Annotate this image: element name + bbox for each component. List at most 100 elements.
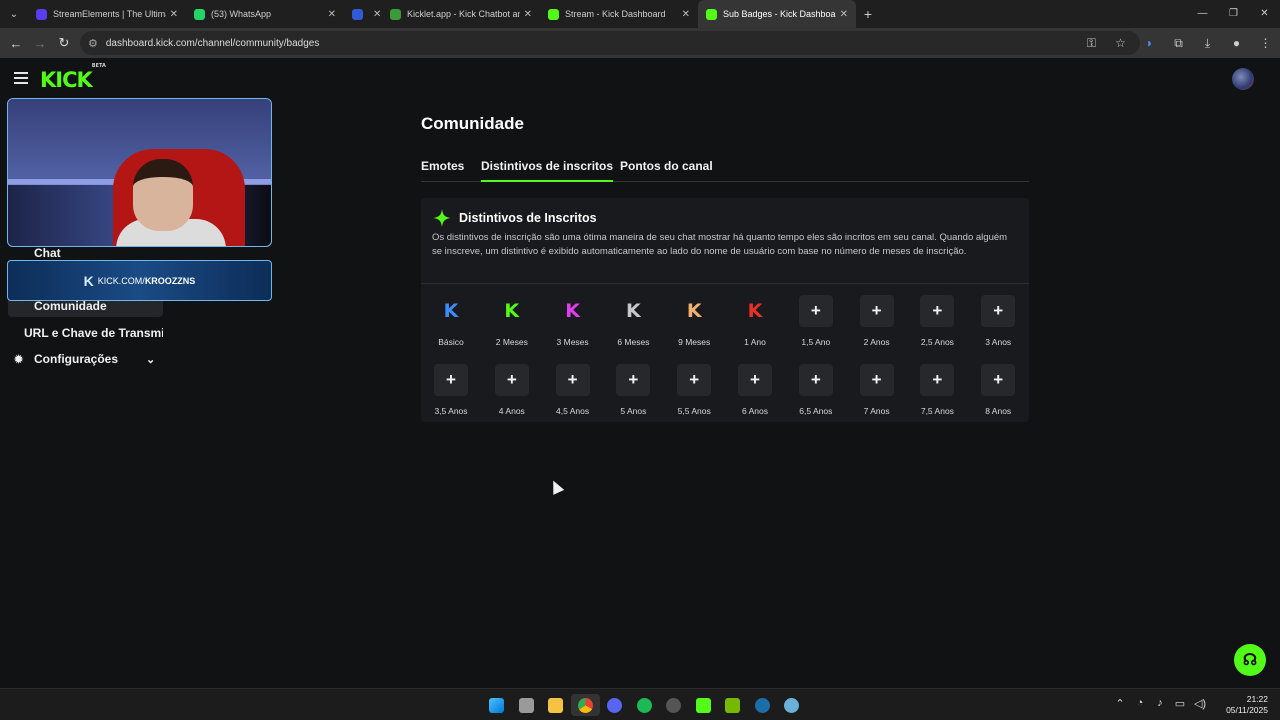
browser-menu-icon[interactable]: ⋮ [1251, 36, 1280, 50]
add-badge-slot[interactable]: +7,5 Anos [907, 364, 967, 416]
add-badge-slot[interactable]: +4,5 Anos [543, 364, 603, 416]
add-badge-slot[interactable]: +5 Anos [603, 364, 663, 416]
close-tab-icon[interactable]: ✕ [524, 9, 532, 20]
discord-icon[interactable] [600, 694, 630, 716]
close-window-icon[interactable]: ✕ [1249, 0, 1280, 28]
browser-tab[interactable]: StreamElements | The Ultimate ✕ [28, 0, 186, 28]
tab-emotes[interactable]: Emotes [421, 159, 464, 173]
forward-icon[interactable]: → [28, 36, 52, 51]
add-badge-slot[interactable]: +8 Anos [968, 364, 1028, 416]
restore-icon[interactable]: ❐ [1218, 0, 1249, 28]
kick-k-icon: K [83, 272, 94, 289]
task-view-icon[interactable] [512, 694, 542, 716]
tab-title: Kicklet.app - Kick Chatbot and [407, 9, 520, 19]
add-badge-slot[interactable]: +7 Anos [847, 364, 907, 416]
close-tab-icon[interactable]: ✕ [328, 9, 336, 20]
network-icon[interactable]: ▭ [1170, 697, 1190, 710]
badge-image[interactable]: K [738, 295, 772, 327]
add-badge-button[interactable]: + [859, 295, 894, 327]
back-icon[interactable]: ← [4, 36, 28, 51]
file-explorer-icon[interactable] [541, 694, 571, 716]
add-badge-button[interactable]: + [859, 364, 894, 396]
bookmark-star-icon[interactable]: ☆ [1106, 36, 1135, 50]
add-badge-slot[interactable]: +3 Anos [968, 295, 1028, 347]
browser-tab[interactable]: Kicklet.app - Kick Chatbot and ✕ [382, 0, 540, 28]
badge-image[interactable]: K [495, 295, 529, 327]
password-key-icon[interactable]: ⚿ [1077, 36, 1106, 51]
extension-icon[interactable]: ◗ [1135, 36, 1164, 50]
add-badge-slot[interactable]: +2,5 Anos [907, 295, 967, 347]
add-badge-slot[interactable]: +4 Anos [482, 364, 542, 416]
minimize-icon[interactable]: — [1187, 0, 1218, 28]
sub-badge[interactable]: K Básico [421, 295, 481, 347]
add-badge-slot[interactable]: +3,5 Anos [421, 364, 481, 416]
browser-tab[interactable]: (53) WhatsApp ✕ [186, 0, 344, 28]
start-windows-icon[interactable] [482, 694, 512, 716]
browser-tab[interactable]: Stream - Kick Dashboard ✕ [540, 0, 698, 28]
add-badge-button[interactable]: + [798, 364, 833, 396]
tab-pontos-do-canal[interactable]: Pontos do canal [620, 159, 713, 173]
tab-favicon-icon [194, 8, 205, 20]
badge-image[interactable]: K [677, 295, 711, 327]
app-icon[interactable] [659, 694, 689, 716]
tray-app-icon[interactable]: ◔ [1130, 697, 1150, 710]
sidebar-item-stream-key[interactable]: URL e Chave de Transmissã [8, 322, 163, 344]
add-badge-button[interactable]: + [616, 364, 651, 396]
add-badge-button[interactable]: + [738, 364, 772, 396]
microphone-icon[interactable]: ♪ [1150, 697, 1170, 710]
hamburger-menu-icon[interactable] [14, 72, 28, 84]
add-badge-slot[interactable]: +5,5 Anos [664, 364, 724, 416]
add-badge-slot[interactable]: +6 Anos [725, 364, 785, 416]
add-badge-button[interactable]: + [981, 295, 1016, 327]
download-icon[interactable]: ⤓ [1193, 36, 1222, 51]
profile-icon[interactable]: ● [1222, 36, 1251, 50]
sub-badge[interactable]: K 1 Ano [725, 295, 785, 347]
add-badge-button[interactable]: + [798, 295, 833, 327]
url-bar[interactable]: ⚙ dashboard.kick.com/channel/community/b… [80, 31, 1140, 55]
chevron-down-icon[interactable]: ⌄ [146, 353, 155, 366]
add-badge-button[interactable]: + [555, 364, 590, 396]
sub-badge[interactable]: K 2 Meses [482, 295, 542, 347]
tab-search-icon[interactable]: ⌄ [0, 0, 28, 28]
site-info-icon[interactable]: ⚙ [88, 37, 98, 50]
volume-icon[interactable]: ◁) [1190, 697, 1210, 710]
add-badge-button[interactable]: + [920, 364, 955, 396]
extensions-puzzle-icon[interactable]: ⧉ [1164, 36, 1193, 51]
add-badge-button[interactable]: + [677, 364, 712, 396]
tray-chevron-up-icon[interactable]: ⌃ [1110, 697, 1130, 710]
add-badge-button[interactable]: + [434, 364, 468, 396]
sub-badge[interactable]: K 9 Meses [664, 295, 724, 347]
kick-logo[interactable]: KICKBETA [40, 63, 106, 92]
sidebar-item-configuracoes[interactable]: ✹ Configurações ⌄ [8, 348, 163, 370]
close-tab-icon[interactable]: ✕ [840, 9, 848, 20]
kick-app-icon[interactable] [689, 694, 719, 716]
close-tab-icon[interactable]: ✕ [170, 9, 178, 20]
badge-label: 2,5 Anos [920, 337, 954, 347]
browser-tab-active[interactable]: Sub Badges - Kick Dashboard ✕ [698, 0, 856, 28]
help-chat-button[interactable]: ☊ [1234, 644, 1266, 676]
badge-image[interactable]: K [616, 295, 650, 327]
close-tab-icon[interactable]: ✕ [373, 9, 381, 20]
taskbar-clock[interactable]: 21:22 05/11/2025 [1226, 694, 1268, 716]
nvidia-icon[interactable] [718, 694, 748, 716]
add-badge-slot[interactable]: +1,5 Ano [786, 295, 846, 347]
chrome-icon[interactable] [570, 694, 600, 716]
add-badge-slot[interactable]: +6,5 Anos [786, 364, 846, 416]
new-tab-icon[interactable]: + [856, 6, 880, 22]
user-avatar[interactable] [1232, 68, 1254, 90]
add-badge-slot[interactable]: +2 Anos [847, 295, 907, 347]
badge-image[interactable]: K [434, 295, 468, 327]
steam-icon[interactable] [748, 694, 778, 716]
sub-badge[interactable]: K 6 Meses [603, 295, 663, 347]
browser-tab[interactable]: ✕ [344, 0, 382, 28]
close-tab-icon[interactable]: ✕ [682, 9, 690, 20]
tab-distintivos-de-inscritos[interactable]: Distintivos de inscritos [481, 159, 614, 182]
add-badge-button[interactable]: + [920, 295, 955, 327]
add-badge-button[interactable]: + [981, 364, 1016, 396]
reload-icon[interactable]: ↻ [52, 35, 76, 51]
badge-image[interactable]: K [556, 295, 590, 327]
globe-app-icon[interactable] [777, 694, 807, 716]
add-badge-button[interactable]: + [494, 364, 529, 396]
sub-badge[interactable]: K 3 Meses [543, 295, 603, 347]
spotify-icon[interactable] [630, 694, 660, 716]
